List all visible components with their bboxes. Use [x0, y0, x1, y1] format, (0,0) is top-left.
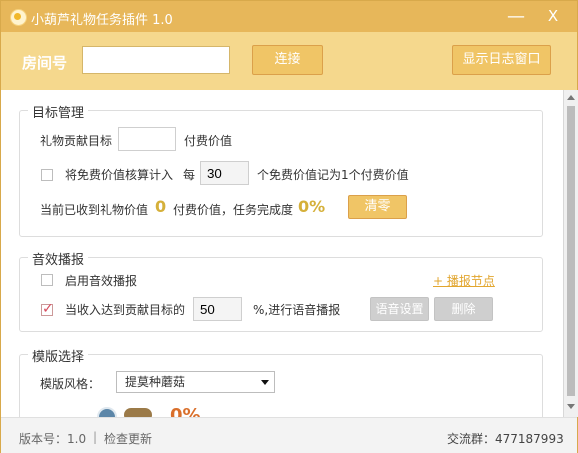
- free-value-count-input[interactable]: [200, 161, 249, 185]
- show-log-window-button[interactable]: 显示日志窗口: [452, 45, 551, 75]
- room-number-input[interactable]: [82, 46, 230, 74]
- enable-sound-broadcast-label: 启用音效播报: [65, 274, 138, 288]
- reach-target-broadcast-checkbox[interactable]: [41, 301, 54, 317]
- received-gift-value: 0: [155, 197, 167, 216]
- vertical-scrollbar[interactable]: [563, 90, 578, 417]
- enable-sound-broadcast-checkbox[interactable]: [41, 274, 53, 286]
- gift-target-label: 礼物贡献目标: [40, 134, 113, 148]
- task-completion-percent: 0%: [298, 197, 326, 216]
- target-management-group: 目标管理 礼物贡献目标 付费价值 将免费价值核算计入 每 个免费价值记为1个付费…: [19, 102, 543, 237]
- template-style-value: 提莫种蘑菇: [125, 375, 186, 389]
- include-free-value-label: 将免费价值核算计入: [65, 168, 174, 182]
- received-gift-value-label: 当前已收到礼物价值: [40, 203, 149, 217]
- room-number-label: 房间号: [22, 54, 68, 72]
- template-preview-percent: 0%: [170, 405, 201, 417]
- mushroom-icon: [124, 408, 152, 417]
- status-separator: |: [93, 430, 98, 444]
- template-style-label: 模版风格：: [40, 377, 101, 391]
- target-management-legend: 目标管理: [28, 102, 89, 121]
- delete-button[interactable]: 删除: [434, 297, 493, 321]
- sound-broadcast-group: 音效播报 启用音效播报 + 播报节点 当收入达到贡献目标的 %,进行语音播报 语…: [19, 249, 543, 332]
- include-free-value-checkbox[interactable]: [41, 169, 53, 181]
- plugin-window: 小葫芦礼物任务插件 1.0 — X 房间号 连接 显示日志窗口 目标管理 礼物贡…: [0, 0, 578, 453]
- character-icon: [97, 407, 117, 417]
- free-value-conversion-label: 个免费价值记为1个付费价值: [257, 168, 409, 182]
- settings-content: 目标管理 礼物贡献目标 付费价值 将免费价值核算计入 每 个免费价值记为1个付费…: [1, 90, 563, 417]
- chevron-down-icon: [258, 372, 270, 392]
- version-number: 版本号：1.0: [19, 432, 87, 446]
- scroll-up-icon[interactable]: [567, 95, 575, 100]
- task-completion-label: 付费价值，任务完成度: [173, 203, 294, 217]
- scroll-down-icon[interactable]: [567, 404, 575, 409]
- communication-group: 交流群：477187993: [447, 432, 564, 446]
- template-selection-group: 模版选择 模版风格： 提莫种蘑菇 0%: [19, 346, 543, 417]
- broadcast-percent-suffix: %,进行语音播报: [253, 303, 341, 317]
- template-selection-legend: 模版选择: [28, 346, 89, 365]
- paid-value-unit-label: 付费价值: [184, 134, 233, 148]
- connect-button[interactable]: 连接: [252, 45, 323, 75]
- scrollbar-thumb[interactable]: [567, 106, 575, 396]
- voice-settings-button[interactable]: 语音设置: [370, 297, 429, 321]
- broadcast-percent-input[interactable]: [193, 297, 242, 321]
- gourd-app-icon: [10, 9, 27, 26]
- title-bar: 小葫芦礼物任务插件 1.0 — X: [1, 1, 577, 32]
- reach-target-label: 当收入达到贡献目标的: [65, 303, 186, 317]
- check-update-link[interactable]: 检查更新: [104, 430, 152, 447]
- status-bar: 版本号：1.0 | 检查更新 交流群：477187993: [1, 417, 577, 453]
- sound-broadcast-legend: 音效播报: [28, 249, 89, 268]
- template-style-select[interactable]: 提莫种蘑菇: [116, 371, 275, 393]
- every-label: 每: [183, 168, 196, 182]
- add-broadcast-node-link[interactable]: + 播报节点: [433, 272, 495, 289]
- gift-target-input[interactable]: [118, 127, 176, 151]
- minimize-button[interactable]: —: [501, 1, 531, 32]
- close-button[interactable]: X: [538, 1, 568, 32]
- clear-button[interactable]: 清零: [348, 195, 407, 219]
- window-title: 小葫芦礼物任务插件 1.0: [31, 13, 173, 28]
- connection-bar: 房间号 连接 显示日志窗口: [1, 32, 577, 90]
